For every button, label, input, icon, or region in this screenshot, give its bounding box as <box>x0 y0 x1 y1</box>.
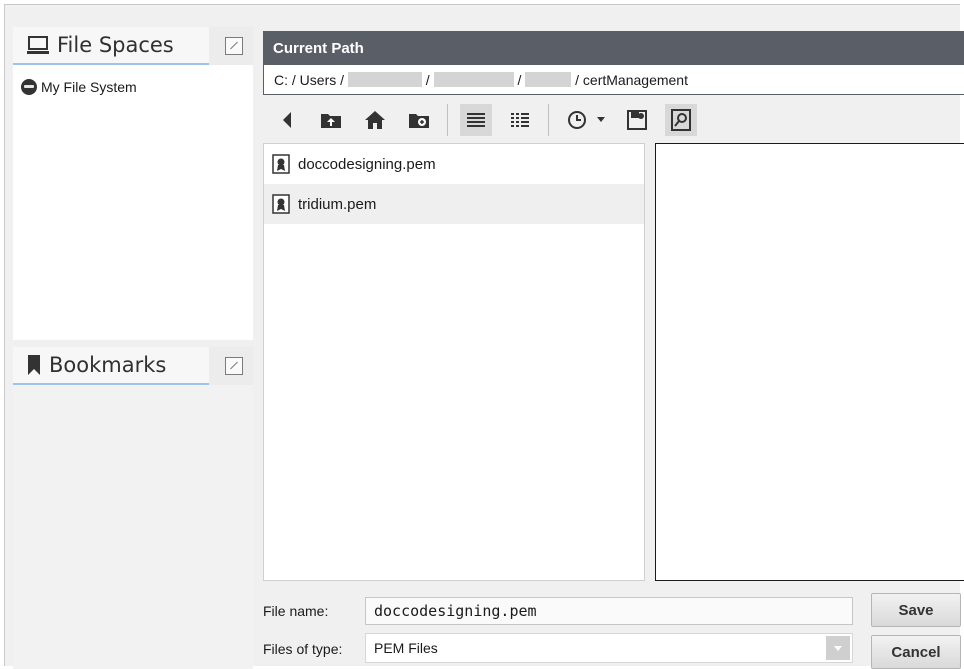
file-list[interactable]: doccodesigning.pem tridium.pem <box>263 143 645 581</box>
file-type-label: Files of type: <box>263 641 343 657</box>
bookmarks-maximize-icon[interactable] <box>225 357 243 375</box>
file-spaces-tab[interactable]: File Spaces <box>13 27 209 65</box>
file-row[interactable]: doccodesigning.pem <box>264 144 644 184</box>
file-spaces-maximize-icon[interactable] <box>225 37 243 55</box>
toolbar-separator <box>447 104 448 136</box>
file-type-select[interactable]: PEM Files <box>365 633 853 663</box>
file-row[interactable]: tridium.pem <box>264 184 644 224</box>
up-folder-icon[interactable] <box>315 104 347 136</box>
certificate-icon <box>272 154 290 174</box>
chevron-down-icon[interactable] <box>826 636 850 660</box>
bookmarks-list <box>13 385 253 669</box>
current-path-header: Current Path <box>263 31 964 65</box>
file-name-label: File name: <box>263 603 329 619</box>
preview-pane <box>655 143 964 581</box>
monitor-icon <box>27 35 49 55</box>
left-sidebar: File Spaces My File System Bookmarks <box>13 27 253 669</box>
new-folder-icon[interactable] <box>403 104 435 136</box>
current-path-title: Current Path <box>273 39 364 57</box>
file-spaces-title: File Spaces <box>57 33 174 57</box>
history-dropdown-icon[interactable] <box>593 104 609 136</box>
disk-icon <box>21 79 37 95</box>
path-segment-certmanagement[interactable]: certManagement <box>583 72 688 88</box>
details-view-icon[interactable] <box>504 104 536 136</box>
file-space-my-file-system[interactable]: My File System <box>21 79 137 95</box>
path-segment-redacted[interactable] <box>347 72 422 87</box>
current-path-bar[interactable]: C: / Users / / / / certManagement <box>263 65 964 95</box>
path-segment-redacted[interactable] <box>433 72 514 87</box>
bookmark-add-icon[interactable] <box>621 104 653 136</box>
bookmarks-tab[interactable]: Bookmarks <box>13 347 209 385</box>
home-icon[interactable] <box>359 104 391 136</box>
back-icon[interactable] <box>271 104 303 136</box>
file-type-value: PEM Files <box>374 640 438 656</box>
list-view-icon[interactable] <box>460 104 492 136</box>
certificate-icon <box>272 194 290 214</box>
save-button[interactable]: Save <box>871 593 961 627</box>
file-spaces-list: My File System <box>13 65 253 340</box>
path-segment-redacted[interactable] <box>525 72 572 87</box>
file-spaces-header: File Spaces <box>13 27 253 65</box>
path-segment-users[interactable]: Users <box>300 72 337 88</box>
path-drive[interactable]: C: <box>274 72 288 88</box>
bookmarks-header: Bookmarks <box>13 347 253 385</box>
file-chooser-dialog: File Spaces My File System Bookmarks Cur… <box>4 4 964 669</box>
bookmark-icon <box>27 355 41 375</box>
file-toolbar <box>263 99 964 141</box>
file-name-input[interactable] <box>365 597 853 625</box>
history-icon[interactable] <box>561 104 593 136</box>
file-space-label: My File System <box>41 79 137 95</box>
file-name: doccodesigning.pem <box>298 155 436 173</box>
bookmarks-title: Bookmarks <box>49 353 167 377</box>
preview-toggle-icon[interactable] <box>665 104 697 136</box>
toolbar-separator <box>548 104 549 136</box>
file-name: tridium.pem <box>298 195 377 213</box>
cancel-button[interactable]: Cancel <box>871 635 961 669</box>
